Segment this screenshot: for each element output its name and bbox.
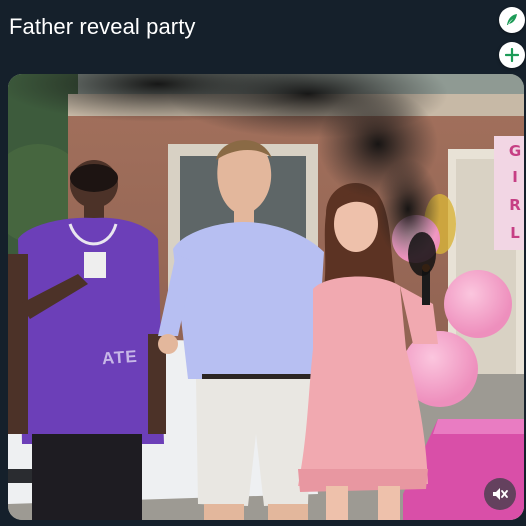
feather-icon — [507, 14, 517, 25]
post-video[interactable]: ATE G I R L — [8, 74, 524, 520]
post-title: Father reveal party — [9, 14, 196, 39]
sign-letter-r: R — [509, 196, 521, 214]
compose-button[interactable] — [499, 7, 525, 33]
mute-button[interactable] — [484, 478, 516, 510]
plus-icon — [505, 48, 519, 62]
jersey-text: ATE — [101, 346, 139, 369]
speaker-muted-icon — [493, 488, 508, 500]
sign-letter-l: L — [510, 224, 520, 242]
add-button[interactable] — [499, 42, 525, 68]
sign-letter-g: G — [508, 142, 522, 160]
video-frame — [8, 74, 524, 520]
sign-letter-i: I — [512, 168, 518, 186]
